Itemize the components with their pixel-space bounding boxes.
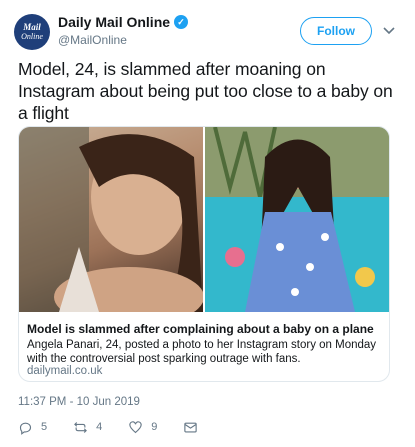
- card-photo-left: [19, 127, 203, 312]
- like-button[interactable]: 9: [128, 420, 157, 435]
- verified-badge-icon: ✓: [174, 15, 189, 29]
- author-name-text: Daily Mail Online: [58, 14, 171, 30]
- tweet-timestamp[interactable]: 11:37 PM - 10 Jun 2019: [18, 396, 140, 408]
- card-photo-right: [205, 127, 389, 312]
- author-name[interactable]: Daily Mail Online ✓: [58, 14, 189, 30]
- reply-button[interactable]: 5: [18, 420, 47, 435]
- tweet-text: Model, 24, is slammed after moaning on I…: [18, 59, 393, 123]
- follow-button[interactable]: Follow: [300, 17, 372, 45]
- avatar[interactable]: Mail Online: [14, 14, 50, 50]
- card-image[interactable]: [19, 127, 389, 312]
- envelope-icon: [184, 422, 198, 432]
- card-title: Model is slammed after complaining about…: [27, 322, 374, 336]
- retweet-count: 4: [96, 421, 103, 433]
- avatar-text-line2: Online: [21, 32, 43, 41]
- reply-count: 5: [41, 421, 48, 433]
- retweet-button[interactable]: 4: [73, 420, 102, 435]
- link-card[interactable]: Model is slammed after complaining about…: [18, 126, 390, 382]
- tweet: Mail Online Daily Mail Online ✓ @MailOnl…: [0, 0, 415, 447]
- heart-icon: [129, 420, 142, 433]
- author-handle[interactable]: @MailOnline: [58, 33, 127, 47]
- reply-icon: [19, 422, 32, 435]
- message-button[interactable]: [183, 420, 206, 435]
- like-count: 9: [151, 421, 158, 433]
- card-domain: dailymail.co.uk: [27, 365, 103, 377]
- retweet-icon: [74, 421, 88, 433]
- card-description: Angela Panari, 24, posted a photo to her…: [27, 339, 377, 365]
- avatar-text-line1: Mail: [23, 22, 41, 32]
- chevron-down-icon[interactable]: [380, 22, 398, 40]
- action-bar: 5 4 9: [18, 418, 232, 436]
